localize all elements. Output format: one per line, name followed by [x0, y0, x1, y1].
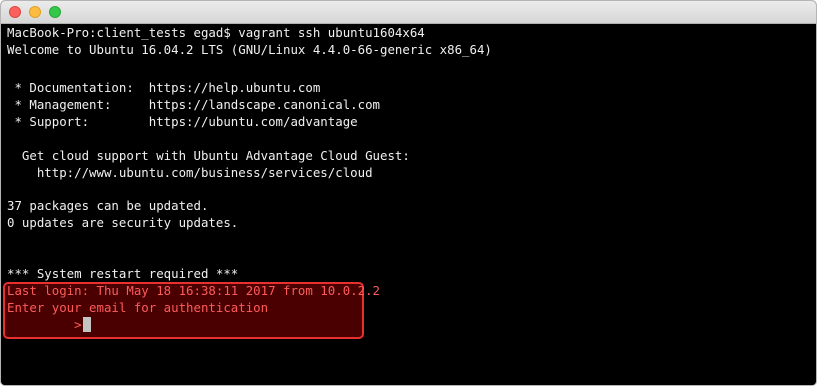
terminal-line-security: 0 updates are security updates.: [7, 215, 239, 230]
minimize-button[interactable]: [29, 6, 41, 18]
terminal-output[interactable]: MacBook-Pro:client_tests egad$ vagrant s…: [1, 24, 816, 385]
terminal-line-last-login: Last login: Thu May 18 16:38:11 2017 fro…: [7, 283, 380, 298]
terminal-window: MacBook-Pro:client_tests egad$ vagrant s…: [0, 0, 817, 386]
terminal-line-command: MacBook-Pro:client_tests egad$ vagrant s…: [7, 25, 425, 40]
terminal-line-email-prompt: Enter your email for authentication: [7, 300, 269, 315]
terminal-line-support: * Support: https://ubuntu.com/advantage: [7, 114, 358, 129]
terminal-line-management: * Management: https://landscape.canonica…: [7, 97, 380, 112]
text-cursor[interactable]: [83, 317, 91, 332]
terminal-line-cloud-url: http://www.ubuntu.com/business/services/…: [7, 165, 373, 180]
terminal-line-welcome: Welcome to Ubuntu 16.04.2 LTS (GNU/Linux…: [7, 42, 492, 57]
terminal-line-restart: *** System restart required ***: [7, 266, 239, 281]
title-bar[interactable]: [1, 1, 816, 24]
terminal-line-cloud-support: Get cloud support with Ubuntu Advantage …: [7, 148, 410, 163]
terminal-line-input-prompt: >: [7, 317, 82, 332]
close-button[interactable]: [9, 6, 21, 18]
zoom-button[interactable]: [49, 6, 61, 18]
terminal-line-documentation: * Documentation: https://help.ubuntu.com: [7, 80, 321, 95]
terminal-line-packages: 37 packages can be updated.: [7, 198, 209, 213]
